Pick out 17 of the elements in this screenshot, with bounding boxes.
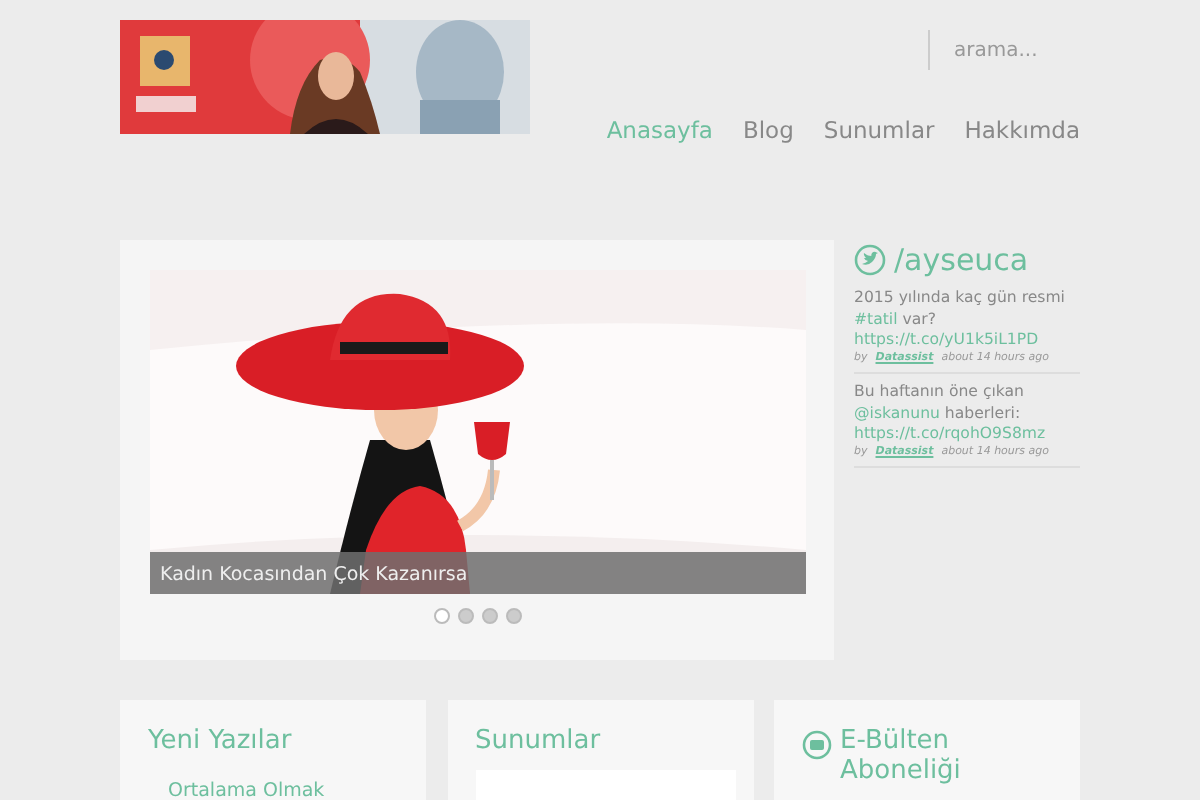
slide-dot[interactable] (481, 608, 497, 624)
widget-title: Sunumlar (475, 728, 601, 758)
nav-link[interactable]: Anasayfa (606, 114, 713, 149)
widget-title: E-Bülten Aboneliği (840, 728, 963, 788)
slide-dot[interactable] (433, 608, 449, 624)
search-field[interactable]: arama... (928, 30, 1080, 70)
twitter-handle: /ayseuca (894, 240, 1029, 281)
post-link[interactable]: Ortalama Olmak (168, 777, 398, 800)
bird-icon (854, 244, 886, 277)
mail-icon (802, 730, 832, 760)
slide-dot[interactable] (457, 608, 473, 624)
slide-caption: Kadın Kocasından Çok Kazanırsa (150, 552, 806, 594)
slide-dot[interactable] (505, 608, 521, 624)
nav-link[interactable]: Sunumlar (823, 114, 935, 149)
nav-link[interactable]: Blog (742, 114, 794, 149)
nav-link[interactable]: Hakkımda (964, 114, 1080, 149)
widget-title: Yeni Yazılar (148, 728, 292, 758)
